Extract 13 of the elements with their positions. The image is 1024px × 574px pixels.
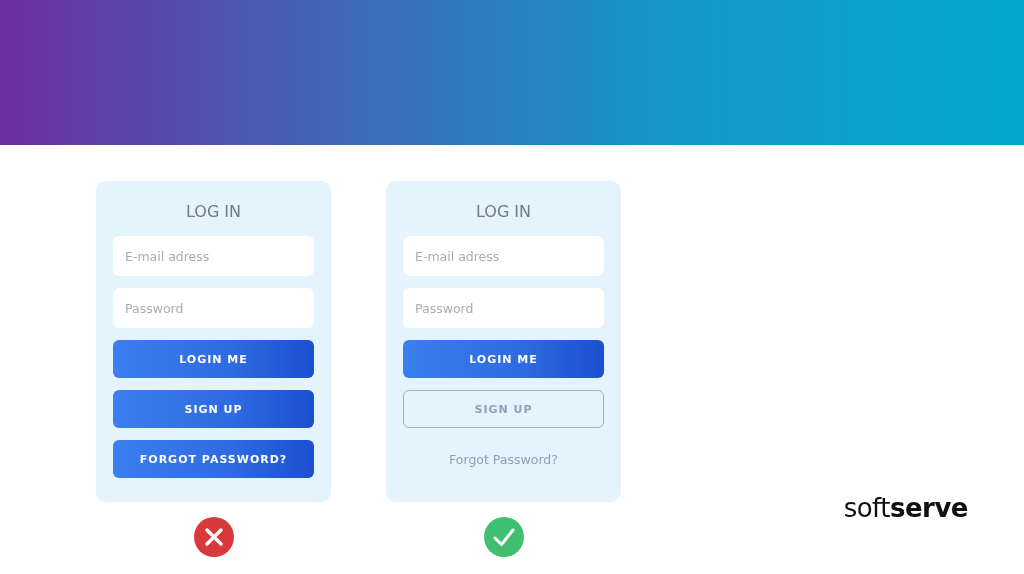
input-field[interactable]: E-mail adress <box>113 236 314 276</box>
card-title: LOG IN <box>184 201 243 223</box>
input-field[interactable]: E-mail adress <box>403 236 604 276</box>
action-button[interactable]: FORGOT PASSWORD? <box>113 440 314 478</box>
input-field[interactable]: Password <box>113 288 314 328</box>
action-button[interactable]: SIGN UP <box>113 390 314 428</box>
company-logo: softserve <box>843 493 968 523</box>
action-button[interactable]: LOGIN ME <box>113 340 314 378</box>
card-title: LOG IN <box>474 201 533 223</box>
check-icon <box>483 517 524 557</box>
input-field[interactable]: Password <box>403 288 604 328</box>
cross-icon <box>193 517 234 557</box>
action-button[interactable]: LOGIN ME <box>403 340 604 378</box>
